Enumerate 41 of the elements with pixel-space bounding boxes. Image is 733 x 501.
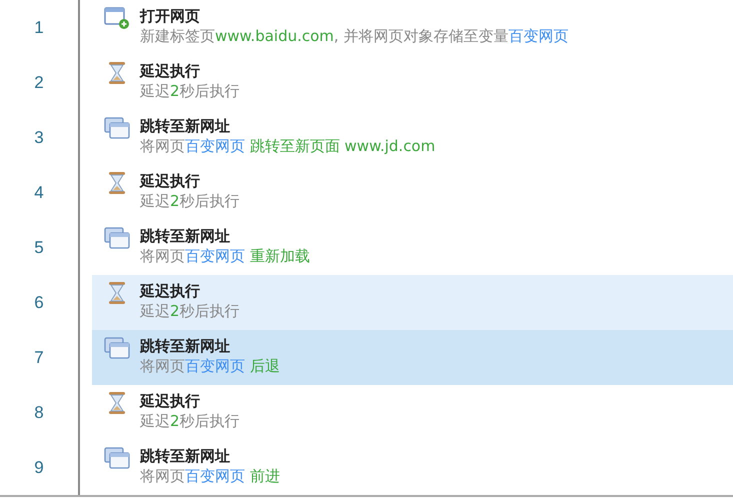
step-row[interactable]: 延迟执行 延迟2秒后执行 xyxy=(92,385,733,440)
step-title: 跳转至新网址 xyxy=(140,446,230,466)
step-title: 跳转至新网址 xyxy=(140,116,230,136)
step-row[interactable]: 跳转至新网址 将网页百变网页 后退 xyxy=(92,330,733,385)
step-description: 将网页百变网页 跳转至新页面 www.jd.com xyxy=(140,136,436,157)
line-number: 5 xyxy=(33,236,45,258)
line-number: 4 xyxy=(33,182,45,204)
step-description: 新建标签页www.baidu.com, 并将网页对象存储至变量百变网页 xyxy=(140,26,568,47)
step-description: 延迟2秒后执行 xyxy=(140,301,240,322)
step-row[interactable]: 跳转至新网址 将网页百变网页 前进 xyxy=(92,440,733,495)
step-title: 延迟执行 xyxy=(140,281,200,301)
step-row[interactable]: 打开网页 新建标签页www.baidu.com, 并将网页对象存储至变量百变网页 xyxy=(92,0,733,55)
step-title: 延迟执行 xyxy=(140,61,200,81)
step-description: 延迟2秒后执行 xyxy=(140,411,240,432)
step-title: 跳转至新网址 xyxy=(140,226,230,246)
step-title: 延迟执行 xyxy=(140,171,200,191)
line-number: 9 xyxy=(33,456,45,478)
step-title: 延迟执行 xyxy=(140,391,200,411)
line-number: 6 xyxy=(33,292,45,314)
step-row[interactable]: 延迟执行 延迟2秒后执行 xyxy=(92,165,733,220)
line-number: 8 xyxy=(33,402,45,424)
window-add-icon xyxy=(104,6,130,30)
step-title: 跳转至新网址 xyxy=(140,336,230,356)
windows-icon xyxy=(104,336,130,360)
line-number: 3 xyxy=(33,126,45,148)
windows-icon xyxy=(104,116,130,140)
line-number: 7 xyxy=(33,346,45,368)
step-description: 将网页百变网页 前进 xyxy=(140,466,280,487)
step-description: 将网页百变网页 后退 xyxy=(140,356,280,377)
line-number: 1 xyxy=(33,16,45,38)
step-description: 延迟2秒后执行 xyxy=(140,191,240,212)
step-description: 延迟2秒后执行 xyxy=(140,81,240,102)
windows-icon xyxy=(104,226,130,250)
step-description: 将网页百变网页 重新加载 xyxy=(140,246,310,267)
windows-icon xyxy=(104,446,130,470)
step-title: 打开网页 xyxy=(140,6,200,26)
step-row[interactable]: 延迟执行 延迟2秒后执行 xyxy=(92,55,733,110)
line-number: 2 xyxy=(33,72,45,94)
step-row[interactable]: 跳转至新网址 将网页百变网页 跳转至新页面 www.jd.com xyxy=(92,110,733,165)
step-row[interactable]: 延迟执行 延迟2秒后执行 xyxy=(92,275,733,330)
step-row[interactable]: 跳转至新网址 将网页百变网页 重新加载 xyxy=(92,220,733,275)
